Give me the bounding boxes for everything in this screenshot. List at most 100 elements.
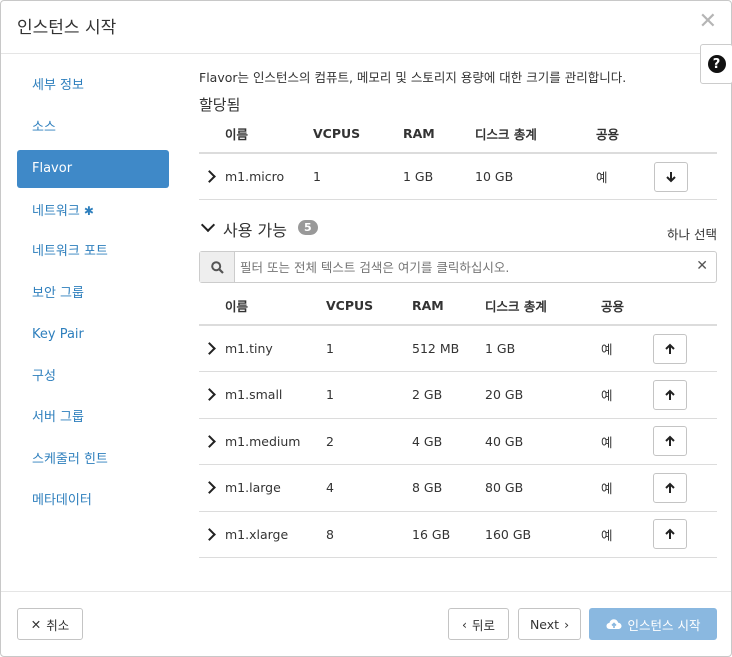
flavor-disk: 20 GB	[485, 371, 601, 419]
table-row: m1.micro 1 1 GB 10 GB 예	[199, 153, 717, 200]
table-row: m1.tiny 1 512 MB 1 GB 예	[199, 325, 717, 372]
close-icon: ✕	[30, 616, 42, 632]
allocate-button[interactable]	[653, 426, 687, 457]
wizard-nav: 세부 정보 소스 Flavor 네트워크 ✱ 네트워크 포트 보안 그룹 Key …	[17, 67, 169, 524]
available-count-badge: 5	[298, 220, 318, 235]
allocate-button[interactable]	[653, 333, 687, 364]
filter-bar: ✕	[199, 251, 717, 283]
close-icon[interactable]: ✕	[699, 11, 717, 33]
available-header-row: 이름 VCPUS RAM 디스크 총계 공용	[199, 287, 717, 326]
flavor-public: 예	[601, 325, 653, 372]
col-public: 공용	[601, 287, 653, 326]
nav-item-security-groups[interactable]: 보안 그룹	[17, 275, 169, 313]
next-button[interactable]: Next ›	[518, 608, 581, 640]
flavor-vcpus: 2	[326, 418, 412, 465]
flavor-vcpus: 1	[326, 371, 412, 419]
col-disk: 디스크 총계	[475, 115, 596, 154]
allocated-title: 할당됨	[199, 96, 241, 114]
flavor-ram: 1 GB	[403, 153, 475, 200]
chevron-right-icon[interactable]	[203, 170, 216, 183]
flavor-ram: 512 MB	[412, 325, 485, 372]
flavor-ram: 2 GB	[412, 371, 485, 419]
launch-instance-button[interactable]: 인스턴스 시작	[589, 608, 717, 640]
flavor-name: m1.small	[225, 371, 326, 419]
col-vcpus: VCPUS	[326, 287, 412, 326]
intro-text: Flavor는 인스턴스의 컴퓨트, 메모리 및 스토리지 용량에 대한 크기를…	[199, 70, 627, 85]
chevron-down-icon	[200, 217, 216, 233]
flavor-name: m1.xlarge	[225, 511, 326, 558]
col-name: 이름	[225, 287, 326, 326]
nav-item-server-groups[interactable]: 서버 그룹	[17, 399, 169, 437]
nav-item-key-pair[interactable]: Key Pair	[17, 316, 169, 354]
nav-item-scheduler-hints[interactable]: 스케줄러 힌트	[17, 441, 169, 479]
launch-instance-modal: 인스턴스 시작 ✕ ? 세부 정보 소스 Flavor 네트워크 ✱ 네트워크 포…	[0, 0, 732, 657]
allocated-header-row: 이름 VCPUS RAM 디스크 총계 공용	[199, 115, 717, 154]
deallocate-button[interactable]	[654, 161, 688, 192]
arrow-up-icon	[665, 343, 675, 354]
table-row: m1.xlarge 8 16 GB 160 GB 예	[199, 511, 717, 558]
flavor-disk: 80 GB	[485, 464, 601, 512]
flavor-disk: 40 GB	[485, 418, 601, 465]
available-table: 이름 VCPUS RAM 디스크 총계 공용 m1.tiny 1 512 MB …	[199, 287, 717, 558]
col-ram: RAM	[412, 287, 485, 326]
table-row: m1.small 1 2 GB 20 GB 예	[199, 371, 717, 419]
allocated-table: 이름 VCPUS RAM 디스크 총계 공용 m1.micro 1 1 GB 1…	[199, 115, 717, 200]
help-button[interactable]: ?	[700, 44, 732, 84]
filter-input[interactable]	[240, 252, 690, 282]
question-icon: ?	[707, 55, 726, 73]
flavor-vcpus: 1	[313, 153, 403, 200]
chevron-right-icon[interactable]	[203, 481, 216, 495]
nav-item-details[interactable]: 세부 정보	[17, 67, 169, 105]
flavor-name: m1.large	[225, 464, 326, 512]
flavor-public: 예	[596, 153, 654, 200]
allocate-button[interactable]	[653, 519, 687, 550]
nav-item-metadata[interactable]: 메타데이터	[17, 482, 169, 520]
modal-footer: ✕ 취소 ‹ 뒤로 Next › 인스턴스 시작	[1, 591, 731, 656]
available-header[interactable]: 사용 가능 5 하나 선택	[199, 217, 717, 242]
nav-item-flavor[interactable]: Flavor	[17, 150, 169, 188]
arrow-up-icon	[665, 389, 675, 400]
flavor-disk: 10 GB	[475, 153, 596, 200]
flavor-public: 예	[601, 371, 653, 419]
col-vcpus: VCPUS	[313, 115, 403, 154]
flavor-public: 예	[601, 511, 653, 558]
arrow-up-icon	[665, 435, 675, 447]
chevron-right-icon[interactable]	[203, 342, 216, 355]
nav-item-network-ports[interactable]: 네트워크 포트	[17, 233, 169, 271]
col-name: 이름	[225, 115, 313, 154]
cancel-button[interactable]: ✕ 취소	[17, 608, 83, 640]
back-button[interactable]: ‹ 뒤로	[448, 608, 509, 640]
allocate-button[interactable]	[653, 379, 687, 410]
col-ram: RAM	[403, 115, 475, 154]
chevron-right-icon: ›	[564, 616, 570, 632]
flavor-vcpus: 8	[326, 511, 412, 558]
nav-item-source[interactable]: 소스	[17, 109, 169, 147]
chevron-right-icon[interactable]	[203, 527, 216, 541]
table-row: m1.large 4 8 GB 80 GB 예	[199, 464, 717, 512]
flavor-name: m1.tiny	[225, 325, 326, 372]
available-title: 사용 가능	[223, 221, 287, 240]
cloud-upload-icon	[606, 618, 621, 629]
allocate-button[interactable]	[653, 472, 687, 503]
flavor-name: m1.micro	[225, 153, 313, 200]
flavor-ram: 16 GB	[412, 511, 485, 558]
search-icon	[200, 252, 235, 282]
flavor-disk: 1 GB	[485, 325, 601, 372]
required-icon: ✱	[83, 203, 94, 218]
modal-title: 인스턴스 시작	[17, 18, 117, 38]
col-disk: 디스크 총계	[485, 287, 601, 326]
col-public: 공용	[596, 115, 654, 154]
arrow-down-icon	[666, 171, 676, 182]
clear-icon[interactable]: ✕	[696, 258, 708, 274]
modal-header: 인스턴스 시작 ✕	[1, 1, 731, 54]
flavor-vcpus: 1	[326, 325, 412, 372]
nav-item-networks[interactable]: 네트워크 ✱	[17, 192, 169, 230]
arrow-up-icon	[665, 482, 675, 493]
chevron-right-icon[interactable]	[203, 388, 216, 402]
flavor-name: m1.medium	[225, 418, 326, 465]
flavor-public: 예	[601, 464, 653, 512]
flavor-ram: 4 GB	[412, 418, 485, 465]
flavor-vcpus: 4	[326, 464, 412, 512]
nav-item-configuration[interactable]: 구성	[17, 358, 169, 396]
chevron-right-icon[interactable]	[203, 434, 216, 448]
